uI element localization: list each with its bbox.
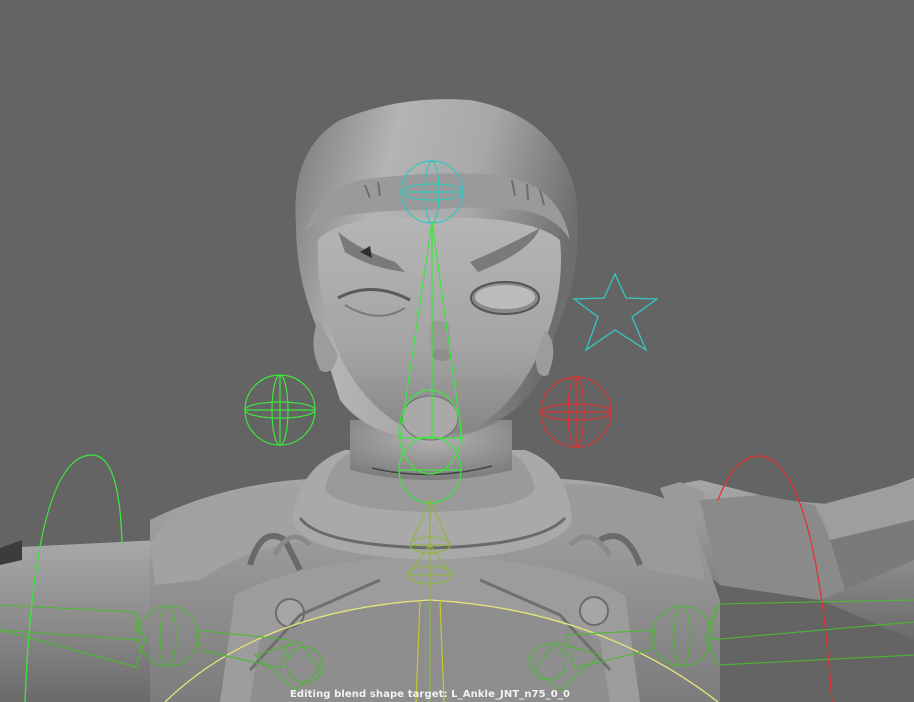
right-eye-control[interactable]: [540, 376, 612, 448]
viewport-status-text: Editing blend shape target: L_Ankle_JNT_…: [289, 689, 571, 700]
star-control[interactable]: [572, 272, 659, 352]
3d-viewport[interactable]: Editing blend shape target: L_Ankle_JNT_…: [0, 0, 914, 702]
left-eye-control[interactable]: [244, 374, 316, 446]
scene-canvas[interactable]: [0, 0, 914, 702]
